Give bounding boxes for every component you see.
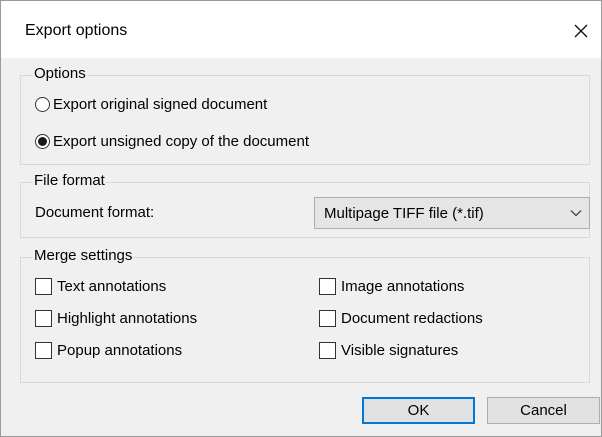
checkbox[interactable] — [319, 278, 336, 295]
checkbox-label: Image annotations — [341, 278, 465, 295]
cancel-button[interactable]: Cancel — [487, 397, 600, 424]
close-button[interactable] — [561, 13, 601, 49]
checkbox-label: Visible signatures — [341, 342, 459, 359]
checkbox-label: Highlight annotations — [57, 310, 198, 327]
radio-label: Export unsigned copy of the document — [53, 133, 309, 150]
title-bar: Export options — [1, 1, 601, 58]
checkbox-text-annotations[interactable]: Text annotations — [35, 278, 166, 295]
options-legend: Options — [33, 65, 87, 82]
radio-button[interactable] — [35, 97, 50, 112]
checkbox[interactable] — [319, 310, 336, 327]
checkbox[interactable] — [319, 342, 336, 359]
checkbox-document-redactions[interactable]: Document redactions — [319, 310, 483, 327]
merge-settings-group: Merge settings Text annotations Highligh… — [20, 247, 590, 383]
checkbox-label: Document redactions — [341, 310, 483, 327]
options-group: Options Export original signed document … — [20, 65, 590, 165]
checkbox-image-annotations[interactable]: Image annotations — [319, 278, 464, 295]
close-icon — [574, 24, 588, 38]
checkbox-label: Text annotations — [57, 278, 167, 295]
checkbox[interactable] — [35, 310, 52, 327]
checkbox[interactable] — [35, 342, 52, 359]
checkbox-highlight-annotations[interactable]: Highlight annotations — [35, 310, 197, 327]
checkbox-popup-annotations[interactable]: Popup annotations — [35, 342, 182, 359]
ok-button[interactable]: OK — [362, 397, 475, 424]
window-title: Export options — [25, 22, 128, 39]
chevron-down-icon — [563, 209, 589, 217]
document-format-select[interactable]: Multipage TIFF file (*.tif) — [314, 197, 590, 229]
radio-button[interactable] — [35, 134, 50, 149]
export-options-dialog: Export options Options Export original s… — [0, 0, 602, 437]
checkbox-visible-signatures[interactable]: Visible signatures — [319, 342, 458, 359]
checkbox[interactable] — [35, 278, 52, 295]
merge-settings-legend: Merge settings — [33, 247, 134, 264]
radio-label: Export original signed document — [53, 96, 268, 113]
document-format-label: Document format: — [35, 204, 155, 221]
file-format-legend: File format — [33, 172, 106, 189]
checkbox-label: Popup annotations — [57, 342, 183, 359]
document-format-value: Multipage TIFF file (*.tif) — [324, 204, 484, 222]
radio-export-unsigned[interactable]: Export unsigned copy of the document — [35, 133, 309, 150]
file-format-group: File format Document format: Multipage T… — [20, 172, 590, 238]
radio-export-original[interactable]: Export original signed document — [35, 96, 267, 113]
radio-selected-dot — [38, 137, 47, 146]
